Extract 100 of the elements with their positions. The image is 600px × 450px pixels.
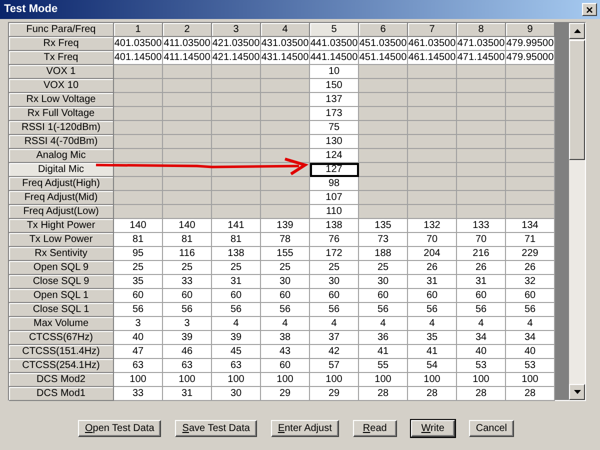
table-cell[interactable]: 38	[261, 331, 310, 345]
table-cell[interactable]: 31	[457, 275, 506, 289]
row-header[interactable]: Close SQL 9	[9, 275, 114, 289]
table-cell[interactable]: 4	[359, 317, 408, 331]
table-cell[interactable]: 63	[163, 359, 212, 373]
table-cell[interactable]: 46	[163, 345, 212, 359]
table-cell[interactable]: 30	[261, 275, 310, 289]
close-button[interactable]: ×	[582, 3, 597, 16]
table-cell[interactable]: 100	[212, 373, 261, 387]
table-cell[interactable]: 60	[506, 289, 555, 303]
table-cell[interactable]: 100	[408, 373, 457, 387]
table-cell[interactable]: 100	[163, 373, 212, 387]
table-cell[interactable]: 137	[310, 93, 359, 107]
table-cell[interactable]: 39	[212, 331, 261, 345]
table-cell[interactable]: 421.03500	[212, 37, 261, 51]
table-cell[interactable]: 40	[457, 345, 506, 359]
table-cell[interactable]: 60	[408, 289, 457, 303]
row-header[interactable]: Tx Hight Power	[9, 219, 114, 233]
row-header[interactable]: RSSI 1(-120dBm)	[9, 121, 114, 135]
row-header[interactable]: Freq Adjust(Mid)	[9, 191, 114, 205]
table-cell[interactable]: 100	[310, 373, 359, 387]
column-header[interactable]: 4	[261, 23, 310, 37]
row-header[interactable]: DCS Mod1	[9, 387, 114, 401]
row-header[interactable]: Open SQL 9	[9, 261, 114, 275]
table-cell[interactable]: 60	[114, 289, 163, 303]
column-header[interactable]: 5	[310, 23, 359, 37]
table-cell[interactable]: 31	[163, 387, 212, 401]
table-cell[interactable]: 56	[114, 303, 163, 317]
table-cell[interactable]: 461.14500	[408, 51, 457, 65]
table-cell[interactable]: 33	[114, 387, 163, 401]
table-cell[interactable]: 81	[212, 233, 261, 247]
row-header[interactable]: Rx Freq	[9, 37, 114, 51]
table-cell[interactable]: 4	[212, 317, 261, 331]
row-header[interactable]: Max Volume	[9, 317, 114, 331]
table-cell[interactable]: 56	[506, 303, 555, 317]
table-cell[interactable]: 42	[310, 345, 359, 359]
table-cell[interactable]: 26	[457, 261, 506, 275]
row-header[interactable]: Freq Adjust(Low)	[9, 205, 114, 219]
table-cell[interactable]: 32	[506, 275, 555, 289]
table-cell[interactable]: 10	[310, 65, 359, 79]
table-cell[interactable]: 100	[261, 373, 310, 387]
row-header[interactable]: Freq Adjust(High)	[9, 177, 114, 191]
table-cell[interactable]: 30	[212, 387, 261, 401]
table-cell[interactable]: 124	[310, 149, 359, 163]
table-cell[interactable]: 411.03500	[163, 37, 212, 51]
dialog-button[interactable]: Write	[410, 420, 455, 437]
table-cell[interactable]: 60	[310, 289, 359, 303]
table-cell[interactable]: 54	[408, 359, 457, 373]
table-cell[interactable]: 81	[163, 233, 212, 247]
table-cell[interactable]: 29	[310, 387, 359, 401]
table-cell[interactable]: 401.03500	[114, 37, 163, 51]
table-cell[interactable]: 204	[408, 247, 457, 261]
table-cell[interactable]: 34	[506, 331, 555, 345]
table-cell[interactable]: 40	[506, 345, 555, 359]
table-cell[interactable]: 98	[310, 177, 359, 191]
table-cell[interactable]: 63	[114, 359, 163, 373]
table-cell[interactable]: 56	[163, 303, 212, 317]
table-cell[interactable]: 100	[457, 373, 506, 387]
dialog-button[interactable]: Read	[352, 420, 397, 437]
table-cell[interactable]: 56	[457, 303, 506, 317]
column-header[interactable]: 6	[359, 23, 408, 37]
table-cell[interactable]: 431.14500	[261, 51, 310, 65]
table-cell[interactable]: 130	[310, 135, 359, 149]
table-cell[interactable]: 479.95000	[506, 51, 555, 65]
table-cell[interactable]: 63	[212, 359, 261, 373]
table-cell[interactable]: 116	[163, 247, 212, 261]
row-header[interactable]: DCS Mod2	[9, 373, 114, 387]
table-cell[interactable]: 37	[310, 331, 359, 345]
table-cell[interactable]: 60	[359, 289, 408, 303]
table-cell[interactable]: 26	[408, 261, 457, 275]
table-cell[interactable]: 36	[359, 331, 408, 345]
table-cell[interactable]: 41	[408, 345, 457, 359]
column-header[interactable]: 3	[212, 23, 261, 37]
table-cell[interactable]: 431.03500	[261, 37, 310, 51]
table-cell[interactable]: 25	[114, 261, 163, 275]
table-cell[interactable]: 110	[310, 205, 359, 219]
table-cell[interactable]: 28	[457, 387, 506, 401]
table-cell[interactable]: 25	[359, 261, 408, 275]
table-cell[interactable]: 60	[457, 289, 506, 303]
table-cell[interactable]: 133	[457, 219, 506, 233]
table-cell[interactable]: 78	[261, 233, 310, 247]
table-cell[interactable]: 60	[261, 289, 310, 303]
table-cell[interactable]: 56	[310, 303, 359, 317]
table-cell[interactable]: 53	[506, 359, 555, 373]
table-cell[interactable]: 70	[457, 233, 506, 247]
table-cell[interactable]: 441.03500	[310, 37, 359, 51]
table-cell[interactable]: 216	[457, 247, 506, 261]
table-cell[interactable]: 25	[212, 261, 261, 275]
table-cell[interactable]: 421.14500	[212, 51, 261, 65]
row-header[interactable]: Open SQL 1	[9, 289, 114, 303]
table-cell[interactable]: 401.14500	[114, 51, 163, 65]
row-header[interactable]: Rx Low Voltage	[9, 93, 114, 107]
table-cell[interactable]: 60	[212, 289, 261, 303]
table-cell[interactable]: 95	[114, 247, 163, 261]
table-cell[interactable]: 57	[310, 359, 359, 373]
table-cell[interactable]: 33	[163, 275, 212, 289]
table-cell[interactable]: 30	[359, 275, 408, 289]
table-cell[interactable]: 53	[457, 359, 506, 373]
row-header[interactable]: CTCSS(151.4Hz)	[9, 345, 114, 359]
row-header[interactable]: RSSI 4(-70dBm)	[9, 135, 114, 149]
